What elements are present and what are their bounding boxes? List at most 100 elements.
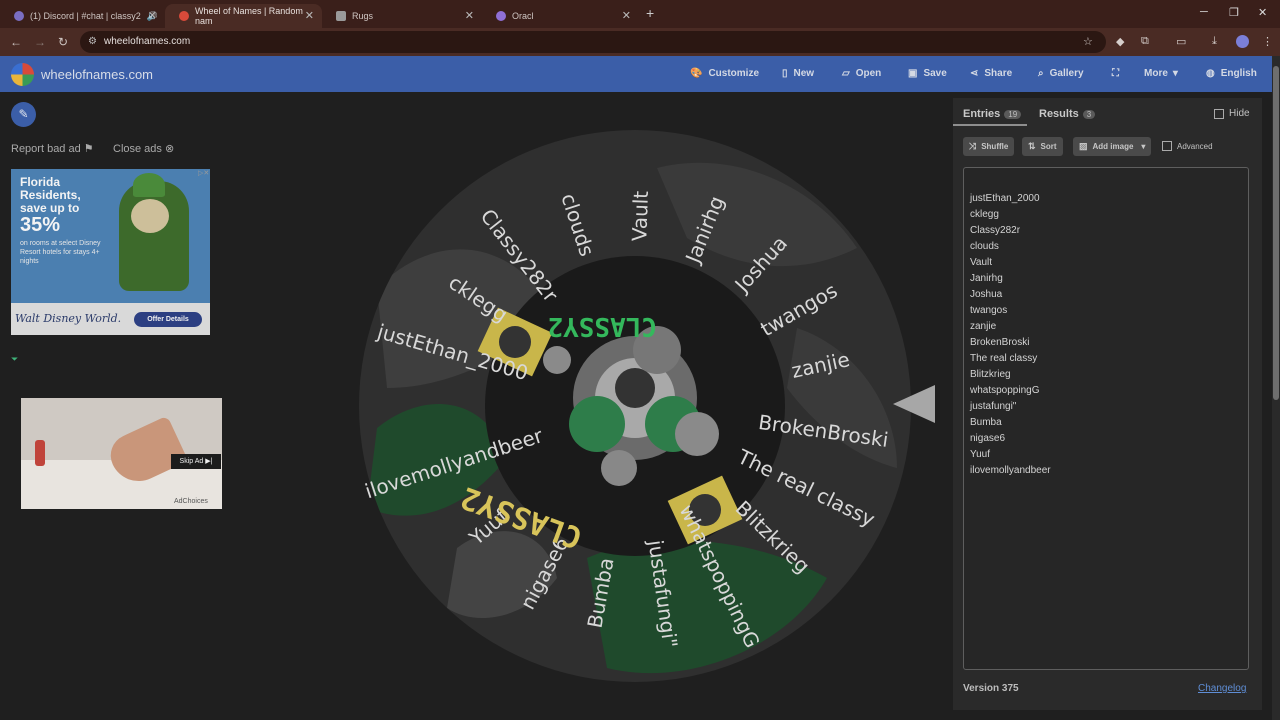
forward-icon[interactable]: →: [34, 35, 46, 49]
restore-icon[interactable]: ❐: [1229, 6, 1239, 19]
entry-line[interactable]: Blitzkrieg: [970, 369, 1011, 380]
shuffle-label: Shuffle: [981, 142, 1009, 151]
download-icon[interactable]: ⤓: [1212, 35, 1217, 48]
filter-icon: ⏷: [11, 354, 19, 364]
new-button[interactable]: ▯ New: [782, 68, 814, 79]
ad-fine-print: on rooms at select Disney Resort hotels …: [20, 240, 101, 265]
name-wheel[interactable]: justEthan_2000ckleggClassy282rclouds Vaul…: [357, 128, 913, 684]
add-image-button[interactable]: ▨ Add image ▾: [1073, 137, 1152, 156]
chevron-down-icon: ▾: [1172, 68, 1178, 79]
hide-label: Hide: [1229, 108, 1250, 119]
entry-line[interactable]: justEthan_2000: [970, 193, 1040, 204]
tab-entries[interactable]: Entries 19: [963, 108, 1022, 120]
ad-close-controls-icon[interactable]: ▷✕: [198, 169, 209, 177]
entry-line[interactable]: Janirhg: [970, 273, 1003, 284]
close-circle-icon: ⊗: [164, 143, 175, 155]
hide-checkbox[interactable]: Hide: [1214, 108, 1250, 119]
wheel-logo-icon[interactable]: [11, 63, 34, 86]
goofy-hat-image: [133, 173, 165, 197]
customize-label: Customize: [708, 68, 760, 79]
entry-line[interactable]: clouds: [970, 241, 999, 252]
close-tab-icon[interactable]: ✕: [465, 9, 474, 22]
back-icon[interactable]: ←: [10, 35, 22, 49]
entry-line[interactable]: Bumba: [970, 417, 1002, 428]
reload-icon[interactable]: ↻: [58, 35, 68, 49]
entry-line[interactable]: nigase6: [970, 433, 1005, 444]
minimize-icon[interactable]: ─: [1200, 6, 1208, 18]
entry-line[interactable]: Classy282r: [970, 225, 1020, 236]
share-button[interactable]: ⋖ Share: [970, 68, 1012, 79]
tab-title: (1) Discord | #chat | classy2: [30, 11, 141, 21]
center-text-green: CLASSY2: [547, 311, 657, 341]
extension-icon[interactable]: ◆: [1116, 35, 1124, 48]
fullscreen-icon: ⛶: [1112, 68, 1119, 79]
shuffle-button[interactable]: ⤨ Shuffle: [963, 137, 1015, 156]
advanced-checkbox[interactable]: Advanced: [1162, 141, 1213, 151]
entries-tab-label: Entries: [963, 108, 1001, 120]
customize-button[interactable]: 🎨 Customize: [690, 68, 759, 79]
changelog-link[interactable]: Changelog: [1198, 683, 1246, 694]
scrollbar-thumb[interactable]: [1273, 66, 1279, 400]
video-ad[interactable]: Skip Ad ▶| AdChoices: [21, 398, 222, 509]
entry-line[interactable]: cklegg: [970, 209, 999, 220]
offer-details-button[interactable]: Offer Details: [134, 312, 202, 327]
site-info-icon[interactable]: ⚙: [88, 31, 97, 53]
profile-avatar[interactable]: [1236, 35, 1249, 48]
close-tab-icon[interactable]: ✕: [148, 9, 157, 22]
browser-tab-discord[interactable]: (1) Discord | #chat | classy2 🔊 ✕: [0, 4, 165, 28]
kebab-menu-icon[interactable]: ⋮: [1262, 35, 1273, 48]
flag-icon: ⚑: [83, 143, 94, 155]
globe-icon: ◍: [1206, 68, 1215, 79]
address-bar[interactable]: ⚙ wheelofnames.com: [80, 31, 1106, 53]
bookmark-star-icon[interactable]: ☆: [1083, 35, 1093, 48]
entry-line[interactable]: Yuuf: [970, 449, 990, 460]
close-window-icon[interactable]: ✕: [1258, 6, 1267, 19]
wheel-entry-label: Vault: [627, 190, 653, 241]
close-tab-icon[interactable]: ✕: [305, 9, 314, 22]
sort-button[interactable]: ⇅ Sort: [1022, 137, 1063, 156]
skip-ad-button[interactable]: Skip Ad ▶|: [171, 454, 221, 469]
report-label: Report bad ad: [11, 143, 81, 155]
entry-line[interactable]: BrokenBroski: [970, 337, 1029, 348]
entry-line[interactable]: Vault: [970, 257, 992, 268]
entry-line[interactable]: ilovemollyandbeer: [970, 465, 1051, 476]
share-icon: ⋖: [970, 68, 979, 79]
report-bad-ad-link[interactable]: Report bad ad ⚑: [11, 142, 94, 155]
checkbox-icon: [1214, 108, 1224, 119]
tab-results[interactable]: Results 3: [1039, 108, 1096, 120]
entries-textarea[interactable]: [963, 167, 1249, 670]
browser-tab-wheelofnames[interactable]: Wheel of Names | Random nam ✕: [165, 4, 322, 28]
entry-line[interactable]: The real classy: [970, 353, 1037, 364]
language-label: English: [1220, 68, 1257, 79]
entry-line[interactable]: justafungi": [970, 401, 1016, 412]
image-icon: ▨: [1079, 141, 1088, 151]
puzzle-icon[interactable]: ⧉: [1141, 35, 1149, 48]
fullscreen-button[interactable]: ⛶: [1112, 68, 1119, 79]
browser-tab-rugs[interactable]: Rugs ✕: [322, 4, 482, 28]
entry-line[interactable]: zanjie: [970, 321, 996, 332]
search-icon: ⌕: [1038, 68, 1044, 79]
close-ads-link[interactable]: Close ads ⊗: [113, 142, 174, 155]
save-button[interactable]: ▣ Save: [908, 68, 947, 79]
shuffle-icon: ⤨: [969, 141, 977, 151]
close-tab-icon[interactable]: ✕: [622, 9, 631, 22]
entries-count-badge: 19: [1004, 110, 1022, 119]
adchoices-link[interactable]: AdChoices: [174, 498, 208, 505]
wheel-pointer: [893, 385, 935, 423]
wheel-favicon-icon: [179, 11, 189, 21]
brand-title[interactable]: wheelofnames.com: [41, 67, 153, 82]
language-button[interactable]: ◍ English: [1206, 68, 1257, 79]
cast-icon[interactable]: ▭: [1176, 35, 1186, 48]
tab-title: Oracl: [512, 11, 534, 21]
new-tab-icon[interactable]: +: [646, 5, 654, 21]
browser-tab-oracle[interactable]: Oracl ✕: [482, 4, 639, 28]
open-button[interactable]: ▱ Open: [842, 68, 881, 79]
more-button[interactable]: More ▾: [1144, 68, 1184, 79]
entry-line[interactable]: Joshua: [970, 289, 1002, 300]
edit-pencil-button[interactable]: ✎: [11, 102, 36, 127]
gallery-button[interactable]: ⌕ Gallery: [1038, 68, 1084, 79]
disney-ad[interactable]: Florida Residents, save up to 35% on roo…: [11, 169, 210, 335]
entry-line[interactable]: twangos: [970, 305, 1007, 316]
goofy-face-image: [131, 199, 169, 233]
entry-line[interactable]: whatspoppingG: [970, 385, 1040, 396]
